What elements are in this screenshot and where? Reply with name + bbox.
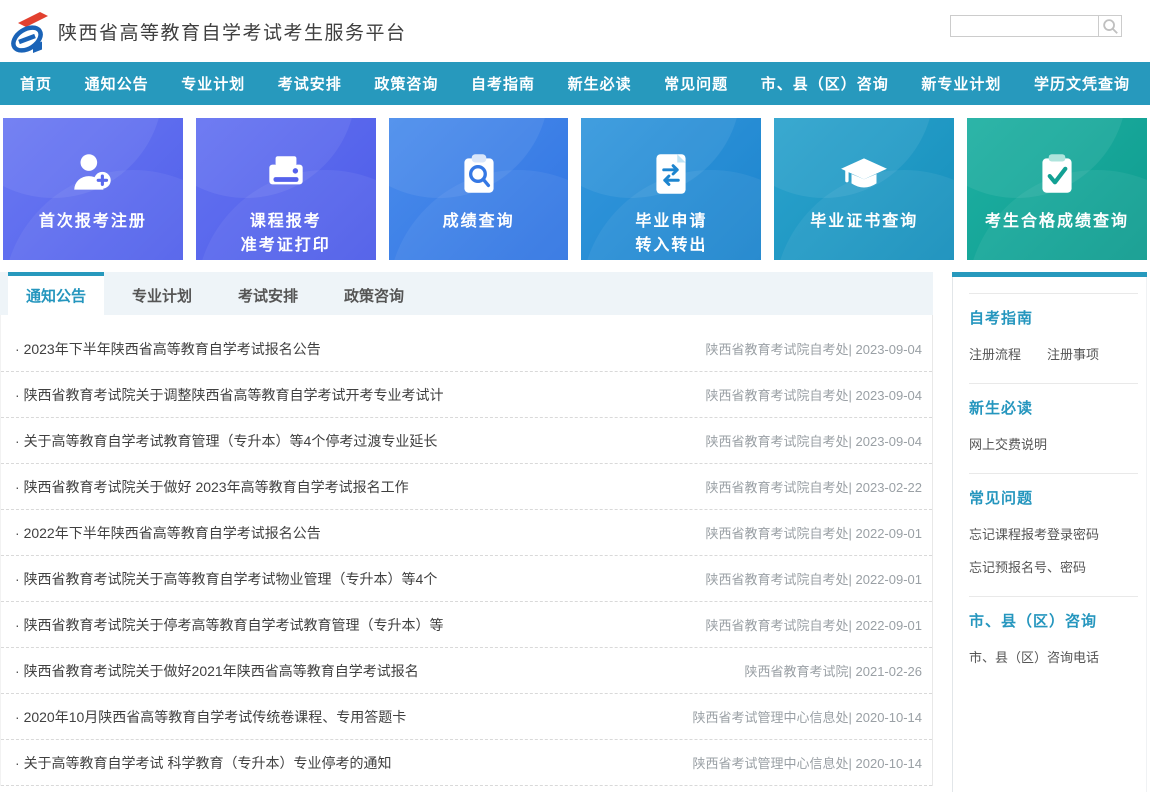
- sidebar-heading: 常见问题: [969, 487, 1138, 508]
- sidebar-panel: 自考指南 注册流程 注册事项 新生必读 网上交费说明 常见问题 忘记课程报考登录…: [952, 277, 1147, 792]
- nav-item-major-plan[interactable]: 专业计划: [181, 73, 245, 94]
- sidebar-link-online-payment[interactable]: 网上交费说明: [969, 434, 1138, 453]
- nav-item-new-major-plan[interactable]: 新专业计划: [921, 73, 1001, 94]
- nav-item-faq[interactable]: 常见问题: [664, 73, 728, 94]
- tile-passed-score-query[interactable]: 考生合格成绩查询: [967, 118, 1147, 260]
- announcement-list: 2023年下半年陕西省高等教育自学考试报名公告 陕西省教育考试院自考处2023-…: [0, 315, 933, 786]
- tab-policy[interactable]: 政策咨询: [326, 272, 422, 315]
- announcement-meta: 陕西省教育考试院自考处2022-09-01: [705, 523, 922, 542]
- announcement-title[interactable]: 陕西省教育考试院关于做好2021年陕西省高等教育自学考试报名: [15, 661, 419, 681]
- nav-item-freshman[interactable]: 新生必读: [568, 73, 632, 94]
- sidebar: 自考指南 注册流程 注册事项 新生必读 网上交费说明 常见问题 忘记课程报考登录…: [952, 272, 1147, 792]
- announcement-title[interactable]: 关于高等教育自学考试 科学教育（专升本）专业停考的通知: [15, 753, 391, 773]
- nav-item-city-consult[interactable]: 市、县（区）咨询: [761, 73, 889, 94]
- search-input[interactable]: [950, 15, 1098, 37]
- announcement-title[interactable]: 2023年下半年陕西省高等教育自学考试报名公告: [15, 339, 321, 359]
- tile-score-query[interactable]: 成绩查询: [389, 118, 569, 260]
- sidebar-link-register-notes[interactable]: 注册事项: [1047, 344, 1099, 363]
- announcement-meta: 陕西省考试管理中心信息处2020-10-14: [692, 753, 922, 772]
- nav-item-policy[interactable]: 政策咨询: [374, 73, 438, 94]
- nav-item-diploma-query[interactable]: 学历文凭查询: [1034, 73, 1130, 94]
- nav-item-exam-schedule[interactable]: 考试安排: [278, 73, 342, 94]
- sidebar-heading: 新生必读: [969, 397, 1138, 418]
- quick-action-tiles: 首次报考注册 课程报考准考证打印 成绩查询: [0, 118, 1150, 260]
- sidebar-link-city-phone[interactable]: 市、县（区）咨询电话: [969, 647, 1138, 666]
- tile-graduation-transfer[interactable]: 毕业申请转入转出: [581, 118, 761, 260]
- main-nav: 首页 通知公告 专业计划 考试安排 政策咨询 自考指南 新生必读 常见问题 市、…: [0, 62, 1150, 105]
- transfer-icon: [646, 148, 696, 200]
- site-logo-icon: [8, 9, 48, 55]
- sidebar-section-freshman: 新生必读 网上交费说明: [969, 383, 1138, 473]
- page-header: 陕西省高等教育自学考试考生服务平台: [0, 0, 1150, 62]
- announcement-row[interactable]: 陕西省教育考试院关于做好 2023年高等教育自学考试报名工作 陕西省教育考试院自…: [1, 464, 932, 510]
- nav-item-home[interactable]: 首页: [20, 73, 52, 94]
- sidebar-section-faq: 常见问题 忘记课程报考登录密码 忘记预报名号、密码: [969, 473, 1138, 596]
- announcement-title[interactable]: 陕西省教育考试院关于做好 2023年高等教育自学考试报名工作: [15, 477, 409, 497]
- announcement-row[interactable]: 陕西省教育考试院关于调整陕西省高等教育自学考试开考专业考试计 陕西省教育考试院自…: [1, 372, 932, 418]
- announcement-row[interactable]: 陕西省教育考试院关于做好2021年陕西省高等教育自学考试报名 陕西省教育考试院2…: [1, 648, 932, 694]
- tile-label: 毕业申请转入转出: [635, 210, 707, 258]
- nav-item-guide[interactable]: 自考指南: [471, 73, 535, 94]
- tile-label: 毕业证书查询: [810, 210, 918, 234]
- tile-course-register-print[interactable]: 课程报考准考证打印: [196, 118, 376, 260]
- clipboard-check-icon: [1032, 148, 1082, 200]
- announcement-row[interactable]: 2023年下半年陕西省高等教育自学考试报名公告 陕西省教育考试院自考处2023-…: [1, 326, 932, 372]
- announcement-meta: 陕西省教育考试院自考处2022-09-01: [705, 569, 922, 588]
- sidebar-section-guide: 自考指南 注册流程 注册事项: [969, 293, 1138, 383]
- tile-label: 课程报考准考证打印: [241, 210, 331, 258]
- printer-icon: [261, 148, 311, 200]
- news-tab-bar: 通知公告 专业计划 考试安排 政策咨询: [0, 272, 933, 315]
- tile-label: 考生合格成绩查询: [985, 210, 1129, 234]
- announcement-title[interactable]: 陕西省教育考试院关于高等教育自学考试物业管理（专升本）等4个: [15, 569, 437, 589]
- sidebar-section-city-consult: 市、县（区）咨询 市、县（区）咨询电话: [969, 596, 1138, 686]
- tab-major-plan[interactable]: 专业计划: [114, 272, 210, 315]
- nav-item-notices[interactable]: 通知公告: [85, 73, 149, 94]
- user-add-icon: [68, 148, 118, 200]
- search-button[interactable]: [1098, 15, 1122, 37]
- main-content: 通知公告 专业计划 考试安排 政策咨询 2023年下半年陕西省高等教育自学考试报…: [0, 272, 1150, 792]
- sidebar-link-register-flow[interactable]: 注册流程: [969, 344, 1021, 363]
- news-column: 通知公告 专业计划 考试安排 政策咨询 2023年下半年陕西省高等教育自学考试报…: [0, 272, 933, 792]
- announcement-row[interactable]: 陕西省教育考试院关于停考高等教育自学考试教育管理（专升本）等 陕西省教育考试院自…: [1, 602, 932, 648]
- search-box: [950, 15, 1122, 37]
- announcement-title[interactable]: 关于高等教育自学考试教育管理（专升本）等4个停考过渡专业延长: [15, 431, 437, 451]
- sidebar-heading: 市、县（区）咨询: [969, 610, 1138, 631]
- tile-label: 首次报考注册: [39, 210, 147, 234]
- tile-diploma-query[interactable]: 毕业证书查询: [774, 118, 954, 260]
- search-icon: [1101, 17, 1119, 35]
- sidebar-heading: 自考指南: [969, 307, 1138, 328]
- announcement-meta: 陕西省教育考试院自考处2023-02-22: [705, 477, 922, 496]
- sidebar-link-forgot-prereg-password[interactable]: 忘记预报名号、密码: [969, 557, 1138, 576]
- announcement-row[interactable]: 关于高等教育自学考试 科学教育（专升本）专业停考的通知 陕西省考试管理中心信息处…: [1, 740, 932, 786]
- sidebar-link-forgot-login-password[interactable]: 忘记课程报考登录密码: [969, 524, 1138, 543]
- tile-first-registration[interactable]: 首次报考注册: [3, 118, 183, 260]
- graduation-cap-icon: [836, 148, 892, 200]
- announcement-meta: 陕西省教育考试院2021-02-26: [744, 661, 922, 680]
- announcement-meta: 陕西省教育考试院自考处2023-09-04: [705, 339, 922, 358]
- announcement-row[interactable]: 陕西省教育考试院关于高等教育自学考试物业管理（专升本）等4个 陕西省教育考试院自…: [1, 556, 932, 602]
- announcement-title[interactable]: 陕西省教育考试院关于调整陕西省高等教育自学考试开考专业考试计: [15, 385, 444, 405]
- page-title: 陕西省高等教育自学考试考生服务平台: [58, 18, 407, 45]
- announcement-meta: 陕西省教育考试院自考处2023-09-04: [705, 431, 922, 450]
- announcement-row[interactable]: 2022年下半年陕西省高等教育自学考试报名公告 陕西省教育考试院自考处2022-…: [1, 510, 932, 556]
- announcement-title[interactable]: 陕西省教育考试院关于停考高等教育自学考试教育管理（专升本）等: [15, 615, 444, 635]
- tile-label: 成绩查询: [443, 210, 515, 234]
- tab-notices[interactable]: 通知公告: [8, 272, 104, 315]
- announcement-title[interactable]: 2020年10月陕西省高等教育自学考试传统卷课程、专用答题卡: [15, 707, 406, 727]
- announcement-row[interactable]: 2020年10月陕西省高等教育自学考试传统卷课程、专用答题卡 陕西省考试管理中心…: [1, 694, 932, 740]
- clipboard-search-icon: [454, 148, 504, 200]
- announcement-meta: 陕西省教育考试院自考处2022-09-01: [705, 615, 922, 634]
- announcement-row[interactable]: 关于高等教育自学考试教育管理（专升本）等4个停考过渡专业延长 陕西省教育考试院自…: [1, 418, 932, 464]
- announcement-title[interactable]: 2022年下半年陕西省高等教育自学考试报名公告: [15, 523, 321, 543]
- announcement-meta: 陕西省教育考试院自考处2023-09-04: [705, 385, 922, 404]
- announcement-meta: 陕西省考试管理中心信息处2020-10-14: [692, 707, 922, 726]
- tab-exam-schedule[interactable]: 考试安排: [220, 272, 316, 315]
